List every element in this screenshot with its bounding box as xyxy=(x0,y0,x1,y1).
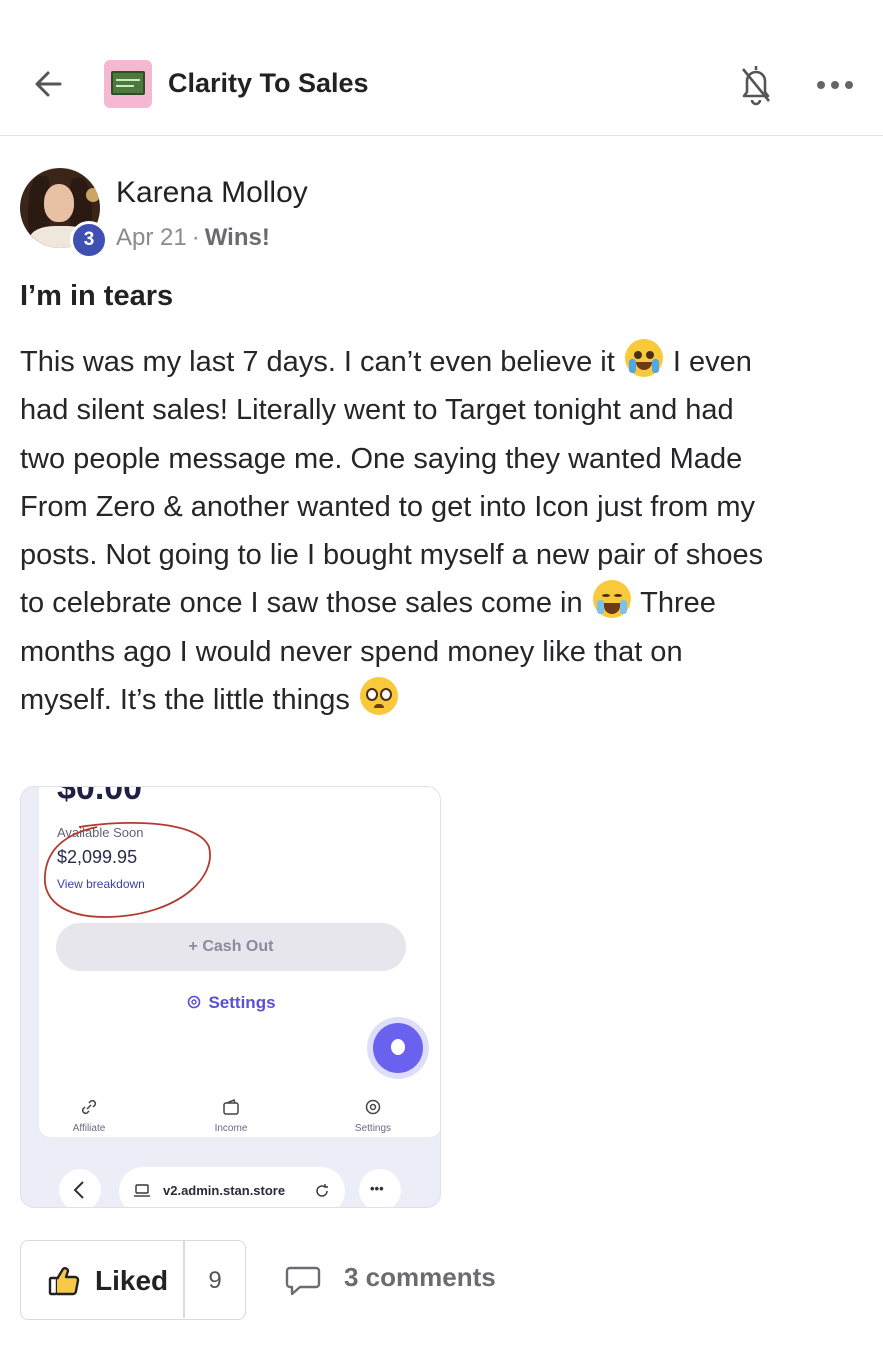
post-body-line: months ago I would never spend money lik… xyxy=(20,628,870,676)
laughing-crying-emoji xyxy=(592,580,631,619)
gear-icon xyxy=(365,1099,381,1115)
pleading-emoji xyxy=(359,677,398,716)
post-text: I even xyxy=(664,346,752,378)
url-text: v2.admin.stan.store xyxy=(163,1183,286,1198)
post-category[interactable]: Wins! xyxy=(205,224,270,251)
reload-icon xyxy=(316,1184,328,1197)
post-text: This was my last 7 days. I can’t even be… xyxy=(20,346,623,378)
post-meta: Apr 21 · Wins! xyxy=(116,224,270,251)
post-date: Apr 21 xyxy=(116,224,187,251)
hand-drawn-circle-annotation xyxy=(44,821,211,918)
comment-bubble-icon xyxy=(285,1266,321,1296)
post-text: myself. It’s the little things xyxy=(20,684,358,717)
browser-back-button xyxy=(59,1169,101,1207)
chat-bot-icon xyxy=(373,1023,423,1073)
post-text: two people message me. One saying they w… xyxy=(20,442,743,475)
post-body-line: From Zero & another wanted to get into I… xyxy=(20,483,870,531)
post-body-line: to celebrate once I saw those sales come… xyxy=(20,579,870,627)
browser-more-button: ••• xyxy=(359,1169,401,1207)
link-icon xyxy=(81,1099,97,1115)
group-logo[interactable] xyxy=(104,60,152,108)
post-body-line: had silent sales! Literally went to Targ… xyxy=(20,386,870,434)
like-count[interactable]: 9 xyxy=(184,1267,246,1295)
post-body-line: two people message me. One saying they w… xyxy=(20,435,870,483)
attached-screenshot[interactable]: $0.00 Available Soon $2,099.95 View brea… xyxy=(20,786,441,1208)
wallet-icon xyxy=(223,1098,239,1115)
post-body-line: This was my last 7 days. I can’t even be… xyxy=(20,338,870,386)
gear-icon xyxy=(188,995,201,1009)
nav-settings: Settings xyxy=(323,1097,423,1134)
laptop-icon xyxy=(134,1184,150,1197)
nav-affiliate: Affiliate xyxy=(39,1097,139,1134)
post-text: posts. Not going to lie I bought myself … xyxy=(20,539,764,572)
like-label: Liked xyxy=(95,1265,169,1296)
browser-url-bar: v2.admin.stan.store xyxy=(119,1167,345,1207)
group-header: Clarity To Sales xyxy=(0,0,883,136)
post-body-line: myself. It’s the little things xyxy=(20,676,870,724)
bell-off-icon[interactable] xyxy=(736,60,776,106)
thumbs-up-icon xyxy=(48,1267,80,1296)
post-body-line: posts. Not going to lie I bought myself … xyxy=(20,531,870,579)
post-text: had silent sales! Literally went to Targ… xyxy=(20,394,734,427)
comments-label: 3 comments xyxy=(344,1262,496,1292)
group-title[interactable]: Clarity To Sales xyxy=(168,68,369,99)
cut-amount: $0.00 xyxy=(57,786,143,807)
level-badge: 3 xyxy=(70,221,108,259)
back-arrow-icon[interactable] xyxy=(30,62,70,106)
crying-emoji xyxy=(624,339,663,377)
post-text: to celebrate once I saw those sales come… xyxy=(20,587,591,620)
screenshot-bottom-nav: Affiliate Income Settings xyxy=(21,1087,440,1147)
post-text: months ago I would never spend money lik… xyxy=(20,635,683,668)
author-name[interactable]: Karena Molloy xyxy=(116,176,308,210)
settings-link: Settings xyxy=(21,993,440,1013)
post-text: Three xyxy=(632,587,716,620)
chevron-left-icon xyxy=(73,1181,84,1199)
cash-out-button: + Cash Out xyxy=(56,923,406,971)
like-button[interactable]: Liked 9 xyxy=(20,1240,246,1320)
post-title: I’m in tears xyxy=(20,280,174,312)
post-text: From Zero & another wanted to get into I… xyxy=(20,490,755,523)
more-options-icon[interactable] xyxy=(812,70,858,100)
nav-income: Income xyxy=(181,1097,281,1134)
post-body: This was my last 7 days. I can’t even be… xyxy=(20,338,870,724)
